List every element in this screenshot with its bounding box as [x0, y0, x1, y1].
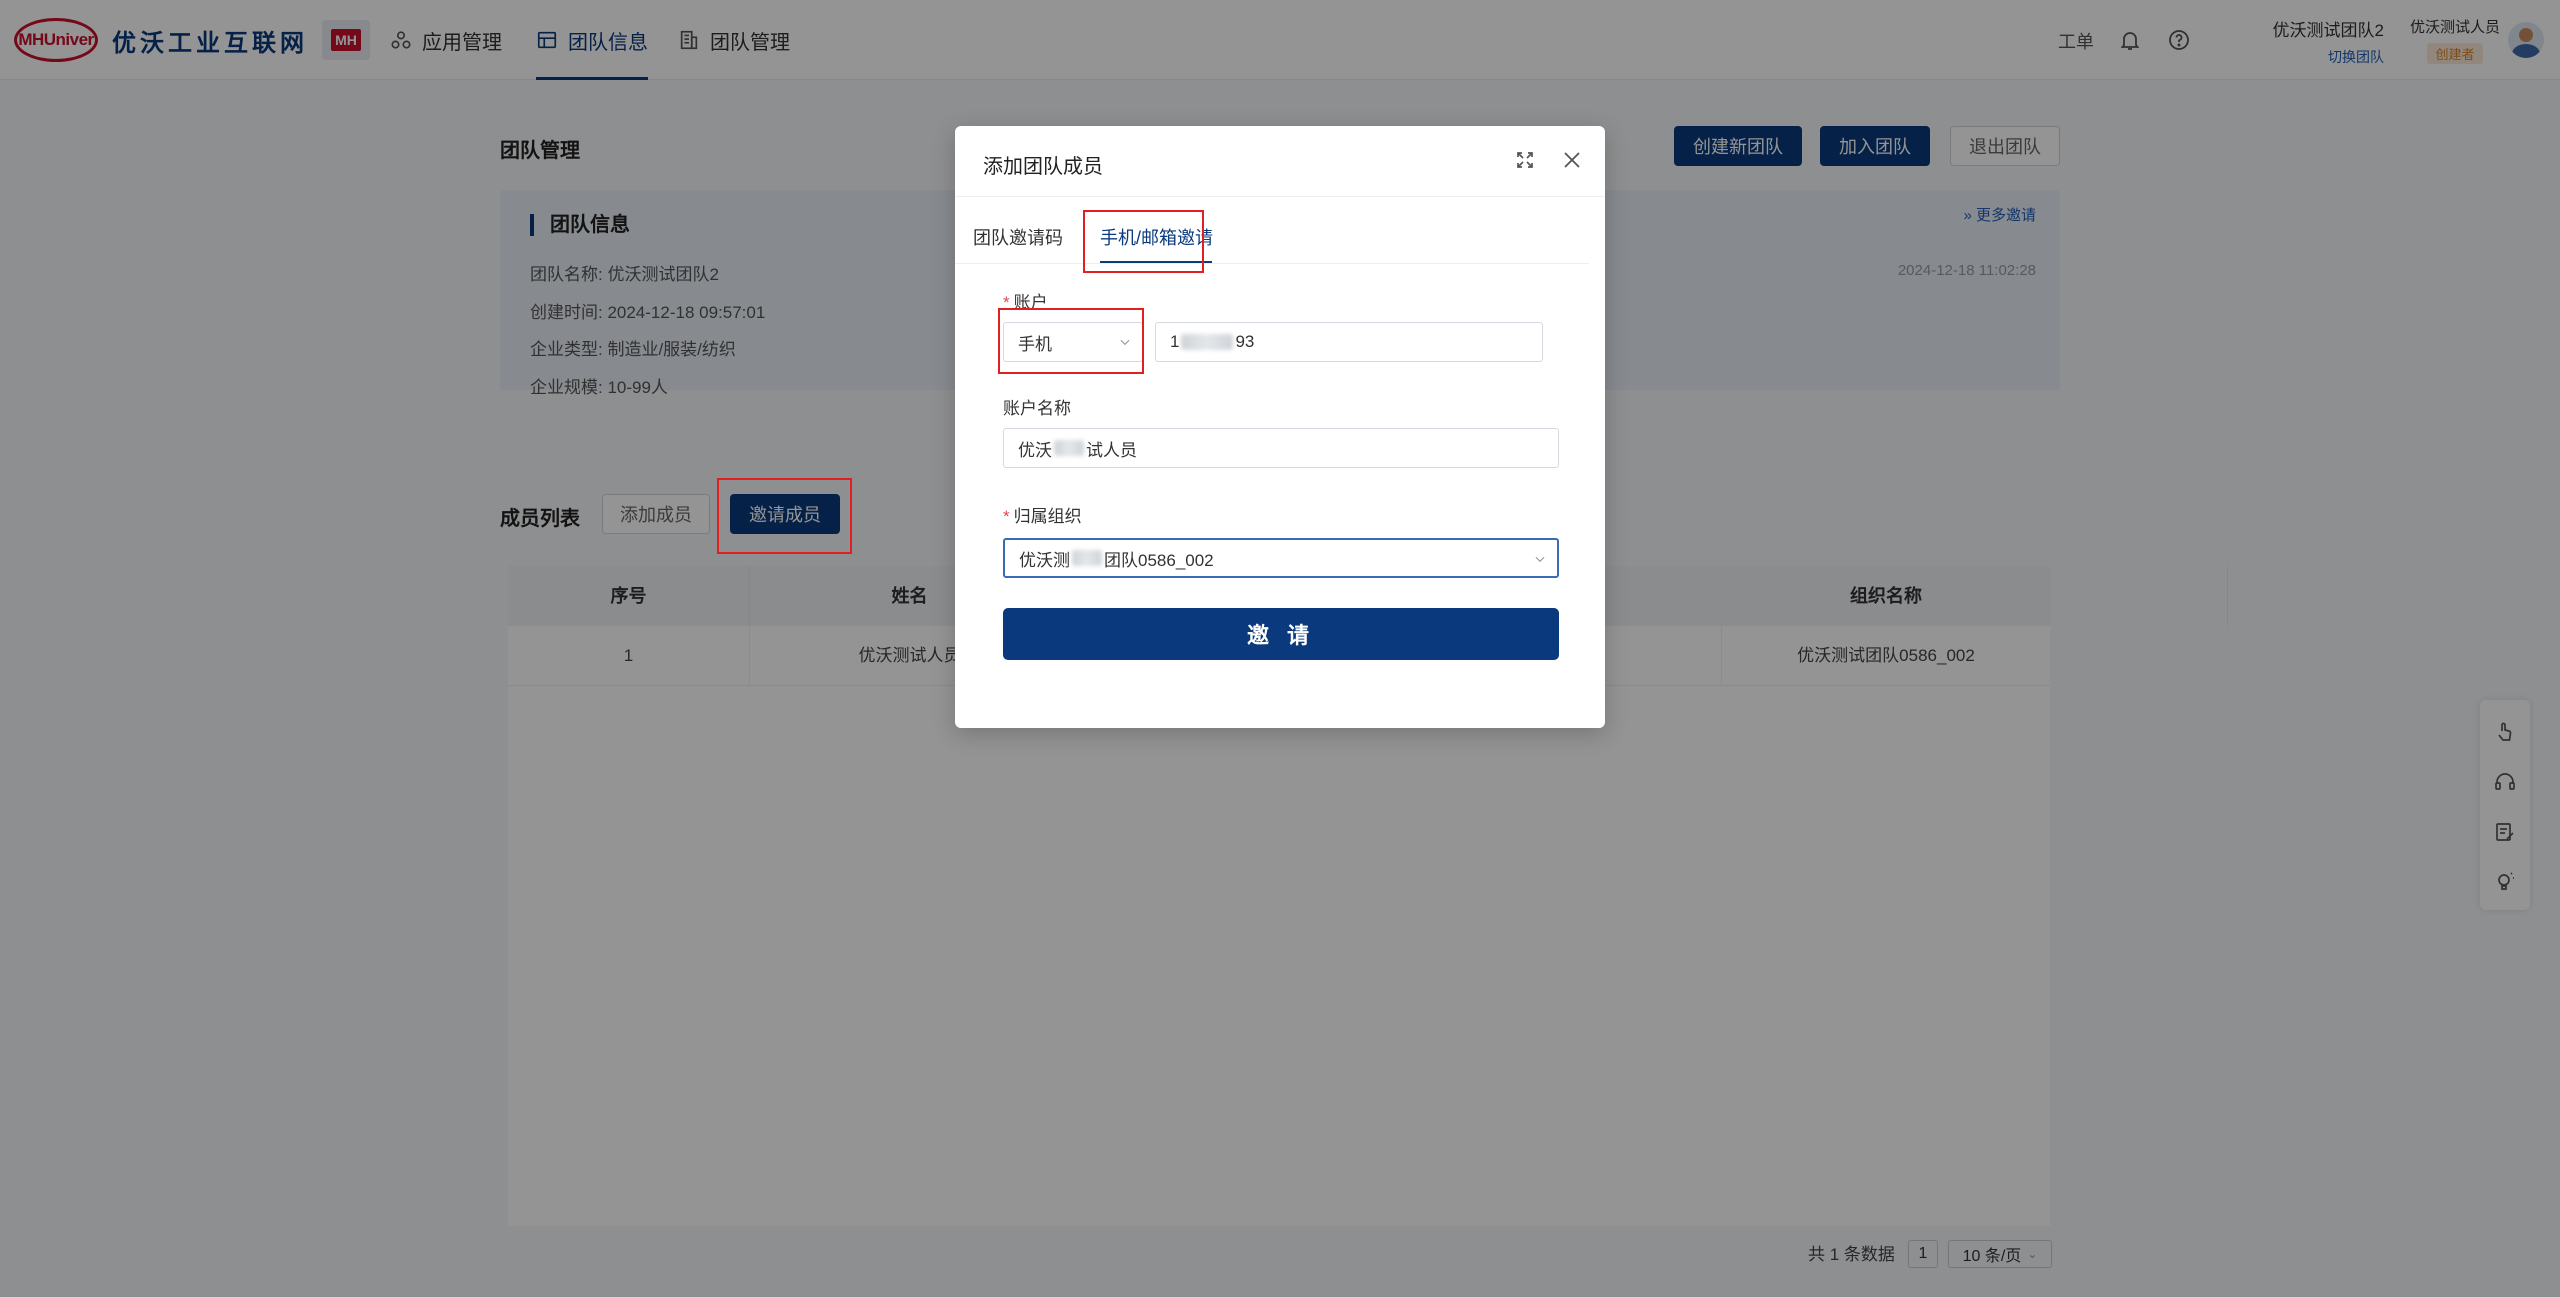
close-icon[interactable] — [1560, 148, 1584, 172]
account-name-input[interactable]: 优沃 试人员 — [1003, 428, 1559, 468]
highlight-account-type — [998, 308, 1144, 374]
masked-text — [1054, 440, 1084, 456]
masked-text — [1181, 334, 1234, 350]
account-name-prefix: 优沃 — [1018, 440, 1052, 460]
highlight-phone-email-tab — [1083, 210, 1204, 273]
dialog-title: 添加团队成员 — [983, 156, 1103, 178]
add-member-dialog: 添加团队成员 团队邀请码 手机/邮箱邀请 * 账户 手机 1 93 账户名称 优沃试… — [955, 126, 1605, 728]
org-label-text: 归属组织 — [1013, 507, 1082, 526]
account-name-label: 账户名称 — [1003, 399, 1071, 418]
account-value-prefix: 1 — [1170, 332, 1180, 351]
tab-invite-code[interactable]: 团队邀请码 — [973, 224, 1063, 250]
org-value-suffix: 团队0586_002 — [1104, 550, 1214, 570]
highlight-invite-member — [717, 478, 852, 554]
org-select[interactable]: 优沃测 团队0586_002 — [1003, 538, 1559, 578]
invite-submit-button[interactable]: 邀 请 — [1003, 608, 1559, 660]
chevron-down-icon — [1535, 556, 1545, 563]
account-input[interactable]: 1 93 — [1155, 322, 1543, 362]
masked-text — [1072, 550, 1102, 566]
account-value-suffix: 93 — [1235, 332, 1255, 351]
account-name-suffix: 试人员 — [1086, 440, 1137, 460]
dialog-divider — [955, 196, 1605, 197]
fullscreen-icon[interactable] — [1513, 148, 1537, 172]
org-value-prefix: 优沃测 — [1019, 550, 1070, 570]
required-mark: * — [1003, 507, 1010, 526]
tabs-divider — [955, 263, 1589, 264]
org-label: * 归属组织 — [1003, 502, 1082, 527]
